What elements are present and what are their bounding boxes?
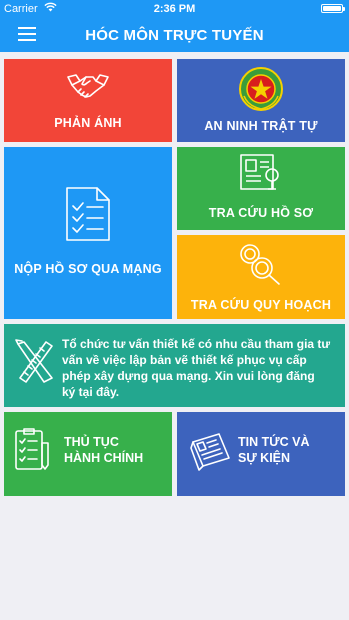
tile-an-ninh-label: AN NINH TRẬT TỰ [204, 119, 318, 133]
battery-icon [321, 4, 345, 13]
tile-phan-anh-label: PHẢN ÁNH [54, 116, 122, 130]
tile-tra-cuu-quy-hoach-label: TRA CỨU QUY HOẠCH [190, 298, 332, 312]
tile-tra-cuu-ho-so-label: TRA CỨU HỒ SƠ [208, 206, 314, 220]
tile-tra-cuu-quy-hoach[interactable]: TRA CỨU QUY HOẠCH [177, 235, 345, 319]
tile-tra-cuu-ho-so[interactable]: TRA CỨU HỒ SƠ [177, 147, 345, 230]
tile-tin-tuc-label: TIN TỨC VÀ SỰ KIỆN [238, 434, 309, 466]
tile-tu-van-thiet-ke[interactable]: Tổ chức tư vấn thiết kế có nhu cầu tham … [4, 324, 345, 407]
tile-tin-tuc-su-kien[interactable]: TIN TỨC VÀ SỰ KIỆN [177, 412, 345, 496]
tile-tin-tuc-label-line2: SỰ KIỆN [238, 451, 291, 465]
tile-thu-tuc-label-line2: HÀNH CHÍNH [64, 451, 144, 465]
tile-thu-tuc-hanh-chinh[interactable]: THỦ TỤC HÀNH CHÍNH [4, 412, 172, 496]
profile-document-icon [240, 154, 279, 190]
tile-thu-tuc-label-line1: THỦ TỤC [64, 435, 119, 449]
newspaper-icon [190, 433, 230, 471]
tile-thu-tuc-label: THỦ TỤC HÀNH CHÍNH [64, 434, 143, 466]
police-emblem-icon [239, 67, 283, 111]
tile-phan-anh[interactable]: PHẢN ÁNH [4, 59, 172, 142]
tile-nop-ho-so-qua-mang[interactable]: NỘP HỒ SƠ QUA MẠNG [4, 147, 172, 319]
tile-an-ninh-trat-tu[interactable]: AN NINH TRẬT TỰ [177, 59, 345, 142]
magnifier-search-icon [240, 244, 280, 285]
hamburger-menu-icon[interactable] [18, 27, 36, 41]
status-bar: Carrier 2:36 PM [0, 0, 349, 18]
clock-label: 2:36 PM [153, 3, 196, 15]
pencil-ruler-icon [15, 339, 53, 383]
document-checklist-icon [66, 187, 110, 241]
page-title: HÓC MÔN TRỰC TUYẾN [85, 27, 264, 44]
tu-van-notice-text: Tổ chức tư vấn thiết kế có nhu cầu tham … [62, 337, 331, 399]
handshake-icon [67, 74, 109, 98]
checklist-icon [15, 428, 49, 470]
tile-nop-ho-so-label: NỘP HỒ SƠ QUA MẠNG [14, 262, 162, 276]
app-header: Carrier 2:36 PM HÓC MÔN TRỰC TUYẾN [0, 0, 349, 52]
tile-tin-tuc-label-line1: TIN TỨC VÀ [238, 435, 310, 449]
